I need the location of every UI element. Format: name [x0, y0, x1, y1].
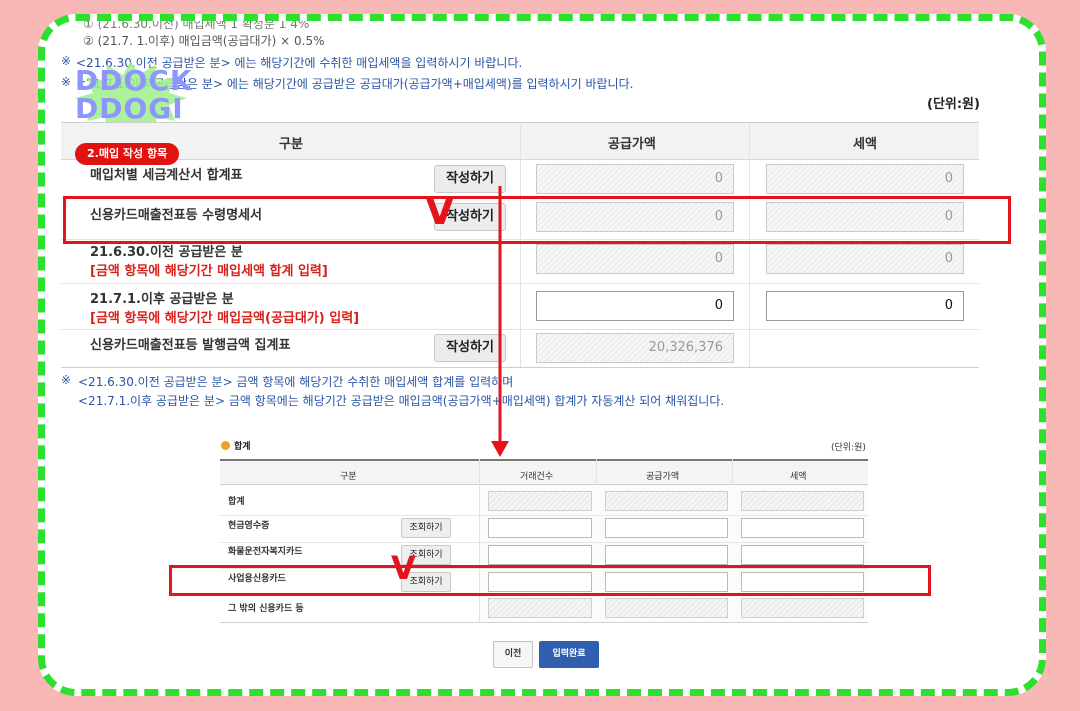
logo-text-top: DDOCK: [75, 64, 193, 97]
summary-table-bottom: [220, 622, 868, 623]
highlight-box-card-receipt: [63, 196, 1011, 244]
summary-header-category: 구분: [340, 472, 357, 482]
summary-unit: (단위:원): [831, 443, 866, 453]
column-divider: [520, 122, 521, 367]
summary-total-count: [488, 491, 592, 511]
other-card-count: [488, 598, 592, 618]
summary-row-divider: [220, 515, 868, 516]
freight-supply-input[interactable]: [605, 545, 728, 565]
supply-field-before-date: 0: [536, 244, 734, 274]
row-label-card-issuance: 신용카드매출전표등 발행금액 집계표: [90, 338, 291, 353]
cash-supply-input[interactable]: [605, 518, 728, 538]
column-divider: [749, 122, 750, 367]
cash-count-input[interactable]: [488, 518, 592, 538]
arrow-down-icon: [491, 186, 509, 457]
section-badge: 2.매입 작성 항목: [75, 143, 180, 165]
other-card-tax: [741, 598, 864, 618]
freight-tax-input[interactable]: [741, 545, 864, 565]
row-sub-before-date: [금액 항목에 해당기간 매입세액 합계 입력]: [90, 264, 328, 279]
row-label-tax-invoice: 매입처별 세금계산서 합계표: [90, 168, 243, 183]
summary-column-divider: [732, 459, 733, 485]
summary-total-tax: [741, 491, 864, 511]
freight-count-input[interactable]: [488, 545, 592, 565]
header-category: 구분: [279, 137, 303, 152]
note-before-mark: ※: [61, 54, 72, 68]
supply-input-after-date[interactable]: 0: [536, 291, 734, 321]
note-formula: ② (21.7. 1.이후) 매입금액(공급대가) × 0.5%: [83, 34, 325, 48]
screenshot-frame: ① (21.6.30.이전) 매입세액 1 확정분 1 4% ② (21.7. …: [38, 14, 1046, 696]
summary-total-supply: [605, 491, 728, 511]
summary-column-divider: [596, 459, 597, 485]
other-card-supply: [605, 598, 728, 618]
summary-row-divider: [220, 542, 868, 543]
summary-header-count: 거래건수: [520, 472, 554, 482]
bottom-note-mark: ※: [61, 373, 72, 387]
summary-bullet-icon: [221, 441, 230, 450]
row-label-after-date: 21.7.1.이후 공급받은 분: [90, 292, 234, 307]
header-supply: 공급가액: [608, 137, 656, 152]
v-check-mark: V: [425, 189, 455, 233]
summary-title: 합계: [234, 442, 251, 452]
cash-tax-input[interactable]: [741, 518, 864, 538]
summary-row-other-card-label: 그 밖의 신용카드 등: [228, 604, 304, 614]
submit-button[interactable]: 입력완료: [539, 641, 599, 668]
summary-column-divider: [479, 459, 480, 622]
summary-row-total-label: 합계: [228, 497, 245, 507]
tax-field-tax-invoice: 0: [766, 164, 964, 194]
row-divider: [61, 283, 979, 284]
supply-field-tax-invoice: 0: [536, 164, 734, 194]
row-sub-after-date: [금액 항목에 해당기간 매입금액(공급대가) 입력]: [90, 311, 360, 326]
header-tax: 세액: [853, 137, 877, 152]
highlight-box-business-card: [169, 565, 931, 596]
tax-field-before-date: 0: [766, 244, 964, 274]
summary-row-cash-label: 현금영수증: [228, 521, 270, 531]
note-partial: ① (21.6.30.이전) 매입세액 1 확정분 1 4%: [83, 17, 310, 31]
row-divider: [61, 329, 979, 330]
logo-text-bottom: DDOGI: [75, 92, 184, 125]
v-check-mark-bottom: V: [391, 549, 416, 587]
page-content: ① (21.6.30.이전) 매입세액 1 확정분 1 4% ② (21.7. …: [45, 21, 1039, 689]
note-after-mark: ※: [61, 75, 72, 89]
unit-label: (단위:원): [927, 97, 980, 112]
table-bottom-border: [61, 367, 979, 368]
summary-header-tax: 세액: [790, 472, 807, 482]
tax-input-after-date[interactable]: 0: [766, 291, 964, 321]
summary-table-header: 구분 거래건수 공급가액 세액: [220, 459, 868, 485]
prev-button[interactable]: 이전: [493, 641, 533, 668]
lookup-button-cash[interactable]: 조회하기: [401, 518, 451, 538]
bottom-note-line2: <21.7.1.이후 공급받은 분> 금액 항목에는 해당기간 공급받은 매입금…: [78, 394, 725, 408]
summary-row-freight-label: 화물운전자복지카드: [228, 547, 303, 557]
summary-header-supply: 공급가액: [646, 472, 680, 482]
bottom-note-line1: <21.6.30.이전 공급받은 분> 금액 항목에 해당기간 수취한 매입세액…: [78, 375, 514, 389]
supply-field-card-issuance: 20,326,376: [536, 333, 734, 363]
